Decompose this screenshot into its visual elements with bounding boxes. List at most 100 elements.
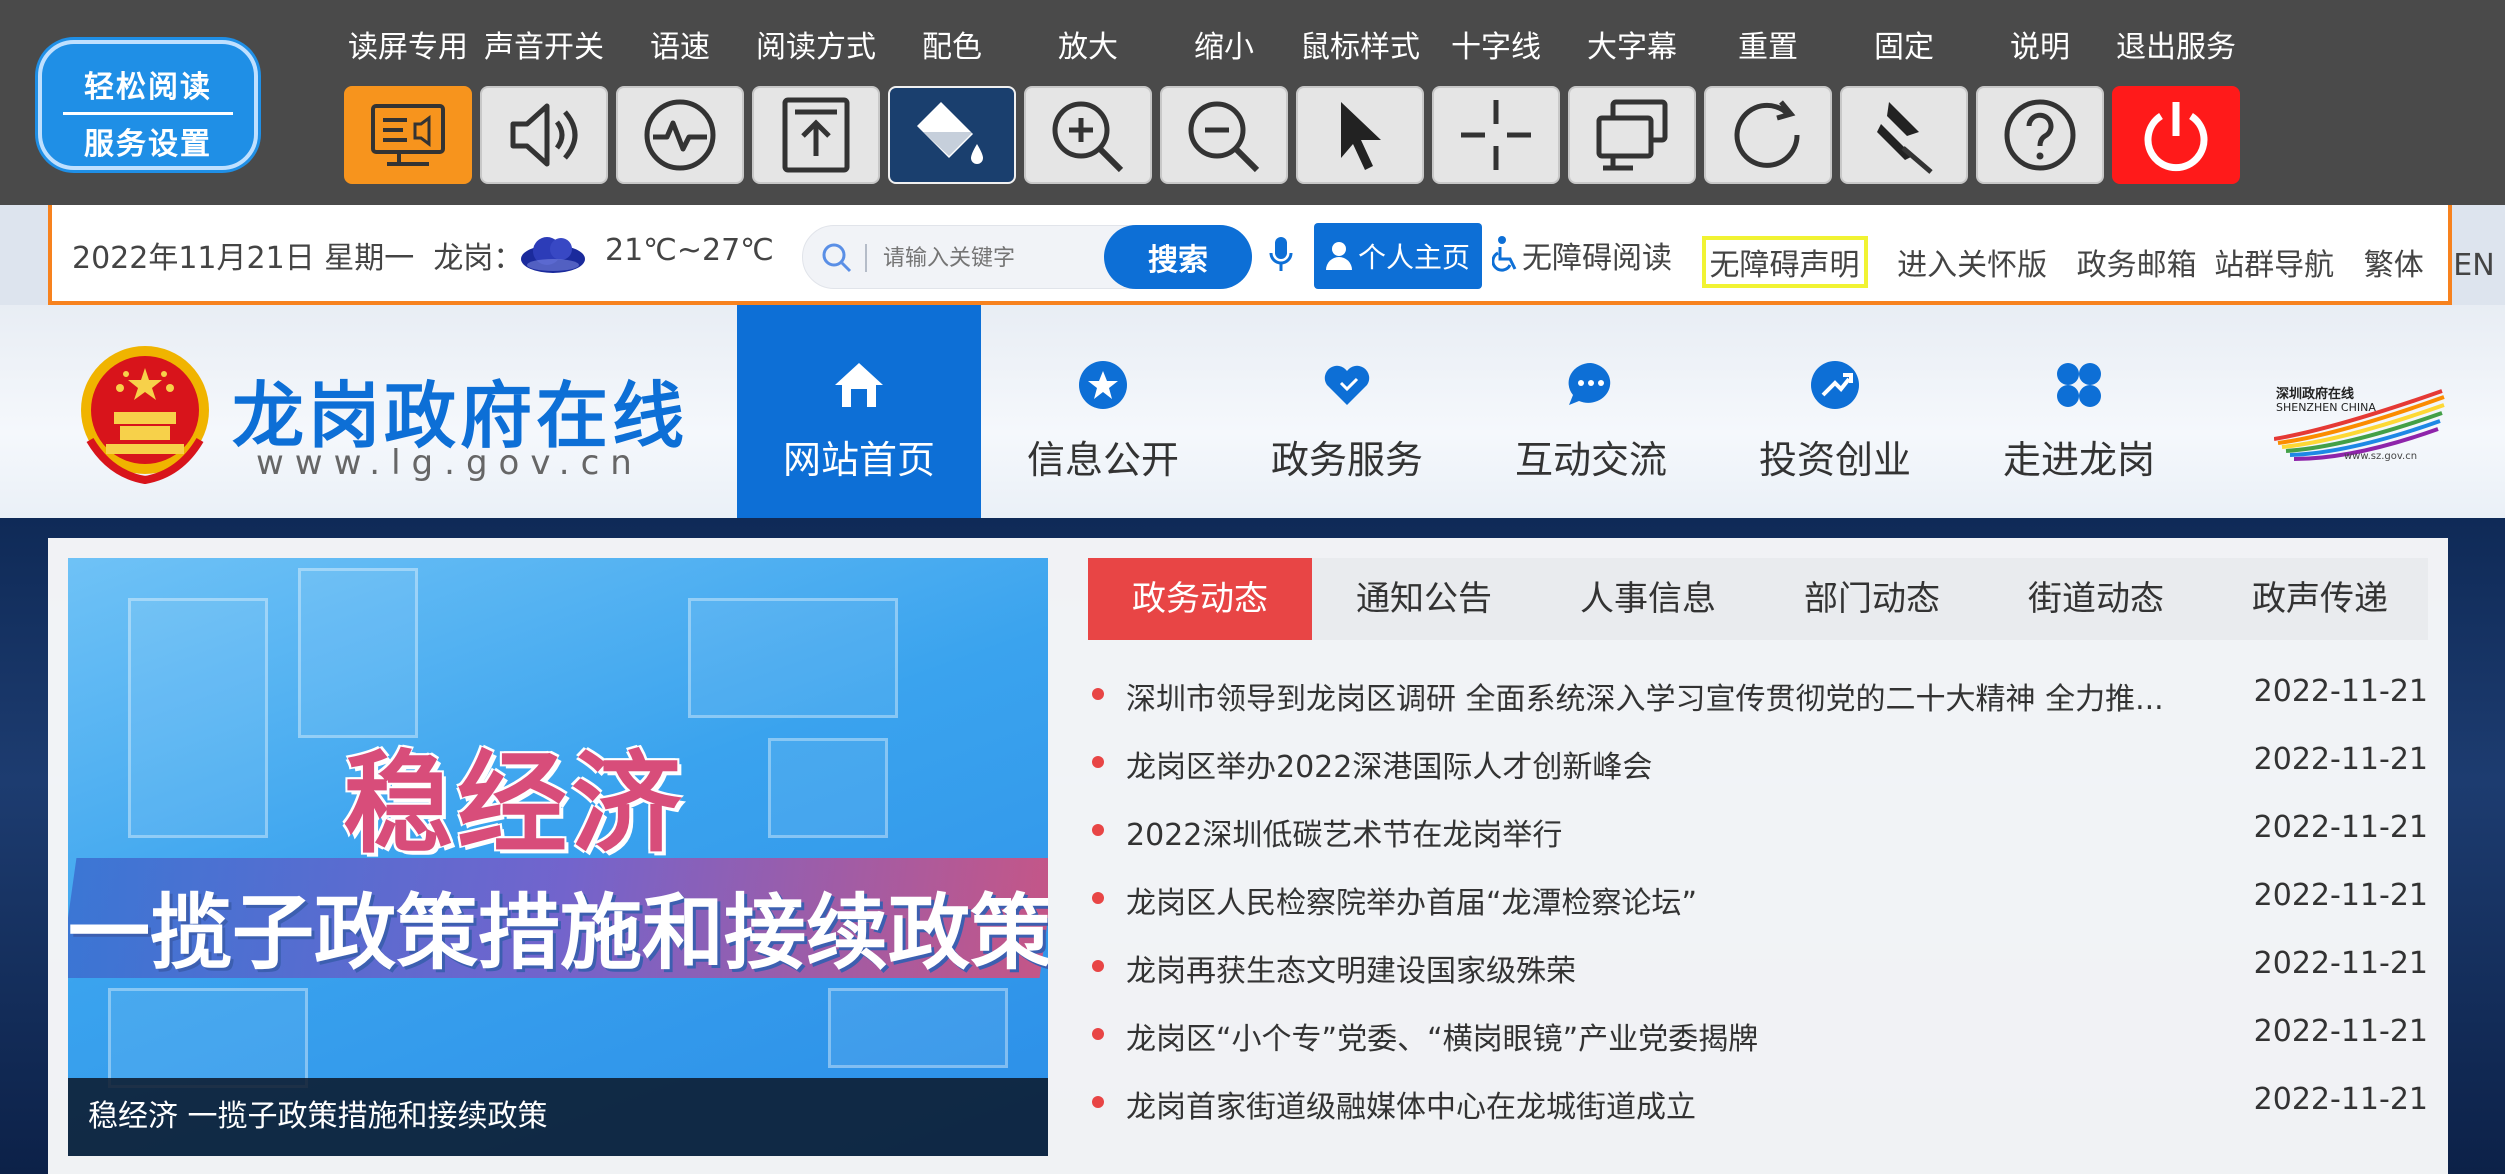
- link-site-nav[interactable]: 站群导航: [2214, 240, 2334, 284]
- tool-color-scheme[interactable]: 配色: [884, 24, 1020, 194]
- list-item[interactable]: 龙岗首家街道级融媒体中心在龙城街道成立 2022-11-21: [1088, 1072, 2428, 1140]
- shenzhen-gov-logo[interactable]: 深圳政府在线 SHENZHEN CHINA www.sz.gov.cn: [2273, 387, 2446, 465]
- header-links: 无障碍阅读 无障碍声明 进入关怀版 政务邮箱 站群导航 繁体 EN: [1492, 233, 2505, 288]
- logo-line2: 服务设置: [84, 127, 212, 162]
- logo-line1: 轻松阅读: [84, 70, 212, 105]
- search-input[interactable]: [883, 240, 1083, 276]
- zoom-in-icon[interactable]: [1024, 86, 1152, 184]
- nav-interaction[interactable]: 互动交流: [1469, 305, 1713, 518]
- news-list: 深圳市领导到龙岗区调研 全面系统深入学习宣传贯彻党的二十大精神 全力推... 20…: [1088, 664, 2428, 1140]
- sz-logo-subtitle: SHENZHEN CHINA: [2276, 401, 2376, 414]
- search-icon: [819, 240, 855, 280]
- date-location: 2022年11月21日 星期一 龙岗：: [72, 241, 524, 276]
- tool-sound-toggle[interactable]: 声音开关: [476, 24, 612, 194]
- nav-gov-services[interactable]: 政务服务: [1225, 305, 1469, 518]
- list-item[interactable]: 2022深圳低碳艺术节在龙岗举行 2022-11-21: [1088, 800, 2428, 868]
- link-gov-mail[interactable]: 政务邮箱: [2077, 240, 2197, 284]
- national-emblem-icon: [76, 340, 214, 490]
- list-item[interactable]: 龙岗再获生态文明建设国家级殊荣 2022-11-21: [1088, 936, 2428, 1004]
- tab-department-news[interactable]: 部门动态: [1760, 558, 1984, 640]
- link-care-version[interactable]: 进入关怀版: [1897, 240, 2047, 284]
- list-item[interactable]: 龙岗区“小个专”党委、“横岗眼镜”产业党委揭牌 2022-11-21: [1088, 1004, 2428, 1072]
- tab-notices[interactable]: 通知公告: [1312, 558, 1536, 640]
- tool-zoom-out[interactable]: 缩小: [1156, 24, 1292, 194]
- tab-gov-news[interactable]: 政务动态: [1088, 558, 1312, 640]
- speech-speed-icon[interactable]: [616, 86, 744, 184]
- news-title[interactable]: 龙岗再获生态文明建设国家级殊荣: [1126, 946, 1576, 990]
- link-accessible-reading[interactable]: 无障碍阅读: [1492, 233, 1672, 277]
- microphone-icon[interactable]: [1268, 235, 1294, 279]
- banner-headline: 稳经济: [343, 740, 685, 868]
- reset-icon[interactable]: [1704, 86, 1832, 184]
- news-title[interactable]: 龙岗区举办2022深港国际人才创新峰会: [1126, 742, 1652, 786]
- tool-crosshair[interactable]: 十字线: [1428, 24, 1564, 194]
- news-title[interactable]: 2022深圳低碳艺术节在龙岗举行: [1126, 810, 1562, 854]
- tool-screen-reader[interactable]: 读屏专用: [340, 24, 476, 194]
- accessibility-toolbar: 轻松阅读 服务设置 读屏专用 声音开关 语速 阅读方式 配色 放大 缩小 鼠标样…: [0, 0, 2505, 205]
- tool-speech-speed[interactable]: 语速: [612, 24, 748, 194]
- sz-logo-title: 深圳政府在线: [2276, 387, 2355, 402]
- banner-subline: 一揽子政策措施和接续政策: [68, 886, 1048, 981]
- home-icon: [835, 363, 883, 407]
- news-title[interactable]: 龙岗区人民检察院举办首届“龙潭检察论坛”: [1126, 878, 1697, 922]
- site-header: 龙岗政府在线 www.lg.gov.cn 网站首页 信息公开 政务服务 互动交流…: [0, 305, 2505, 518]
- crosshair-icon[interactable]: [1432, 86, 1560, 184]
- banner-caption[interactable]: 稳经济 一揽子政策措施和接续政策: [68, 1078, 1048, 1156]
- wheelchair-icon: [1492, 236, 1517, 272]
- news-title[interactable]: 龙岗区“小个专”党委、“横岗眼镜”产业党委揭牌: [1126, 1014, 1758, 1058]
- link-english[interactable]: EN: [2453, 248, 2494, 283]
- link-traditional[interactable]: 繁体: [2364, 240, 2424, 284]
- chat-icon: [1568, 362, 1611, 405]
- speaker-icon[interactable]: [480, 86, 608, 184]
- large-caption-icon[interactable]: [1568, 86, 1696, 184]
- easy-reading-logo[interactable]: 轻松阅读 服务设置: [38, 40, 258, 170]
- search-button[interactable]: 搜索: [1104, 225, 1252, 289]
- power-icon[interactable]: [2112, 86, 2240, 184]
- news-title[interactable]: 龙岗首家街道级融媒体中心在龙城街道成立: [1126, 1082, 1696, 1126]
- help-icon[interactable]: [1976, 86, 2104, 184]
- news-date: 2022-11-21: [2253, 946, 2428, 981]
- nav-investment[interactable]: 投资创业: [1713, 305, 1957, 518]
- nav-about-longgang[interactable]: 走进龙岗: [1957, 305, 2201, 518]
- list-item[interactable]: 深圳市领导到龙岗区调研 全面系统深入学习宣传贯彻党的二十大精神 全力推... 20…: [1088, 664, 2428, 732]
- pin-icon[interactable]: [1840, 86, 1968, 184]
- nav-home[interactable]: 网站首页: [737, 305, 981, 518]
- tool-zoom-in[interactable]: 放大: [1020, 24, 1156, 194]
- tool-exit-service[interactable]: 退出服务: [2108, 24, 2244, 194]
- site-url: www.lg.gov.cn: [256, 443, 643, 483]
- sz-logo-url: www.sz.gov.cn: [2344, 451, 2418, 462]
- list-item[interactable]: 龙岗区人民检察院举办首届“龙潭检察论坛” 2022-11-21: [1088, 868, 2428, 936]
- banner-image[interactable]: 稳经济 一揽子政策措施和接续政策 稳经济 一揽子政策措施和接续政策: [68, 558, 1048, 1156]
- screen-reader-icon[interactable]: [344, 86, 472, 184]
- reading-mode-icon[interactable]: [752, 86, 880, 184]
- news-date: 2022-11-21: [2253, 1014, 2428, 1049]
- list-item[interactable]: 龙岗区举办2022深港国际人才创新峰会 2022-11-21: [1088, 732, 2428, 800]
- news-date: 2022-11-21: [2253, 742, 2428, 777]
- tab-personnel[interactable]: 人事信息: [1536, 558, 1760, 640]
- user-icon: [1326, 242, 1352, 270]
- zoom-out-icon[interactable]: [1160, 86, 1288, 184]
- personal-home-button[interactable]: 个人主页: [1314, 223, 1482, 289]
- temperature: 21℃~27℃: [605, 233, 774, 268]
- tool-reading-mode[interactable]: 阅读方式: [748, 24, 884, 194]
- grid-icon: [2057, 363, 2101, 407]
- info-bar: 2022年11月21日 星期一 龙岗： 21℃~27℃ 搜索 个人主页 无障碍阅…: [48, 205, 2495, 305]
- link-accessibility-statement[interactable]: 无障碍声明: [1701, 236, 1868, 288]
- color-bucket-icon[interactable]: [888, 86, 1016, 184]
- news-tabs: 政务动态 通知公告 人事信息 部门动态 街道动态 政声传递: [1088, 558, 2428, 640]
- star-badge-icon: [1079, 361, 1127, 409]
- nav-info-disclosure[interactable]: 信息公开: [981, 305, 1225, 518]
- tab-public-voice[interactable]: 政声传递: [2208, 558, 2432, 640]
- tool-large-caption[interactable]: 大字幕: [1564, 24, 1700, 194]
- news-date: 2022-11-21: [2253, 1082, 2428, 1117]
- tab-street-news[interactable]: 街道动态: [1984, 558, 2208, 640]
- news-title[interactable]: 深圳市领导到龙岗区调研 全面系统深入学习宣传贯彻党的二十大精神 全力推...: [1126, 674, 2164, 718]
- tool-cursor-style[interactable]: 鼠标样式: [1292, 24, 1428, 194]
- heart-icon: [1324, 365, 1370, 405]
- news-date: 2022-11-21: [2253, 878, 2428, 913]
- invest-icon: [1811, 361, 1859, 409]
- tool-help[interactable]: 说明: [1972, 24, 2108, 194]
- cursor-icon[interactable]: [1296, 86, 1424, 184]
- tool-reset[interactable]: 重置: [1700, 24, 1836, 194]
- tool-pin[interactable]: 固定: [1836, 24, 1972, 194]
